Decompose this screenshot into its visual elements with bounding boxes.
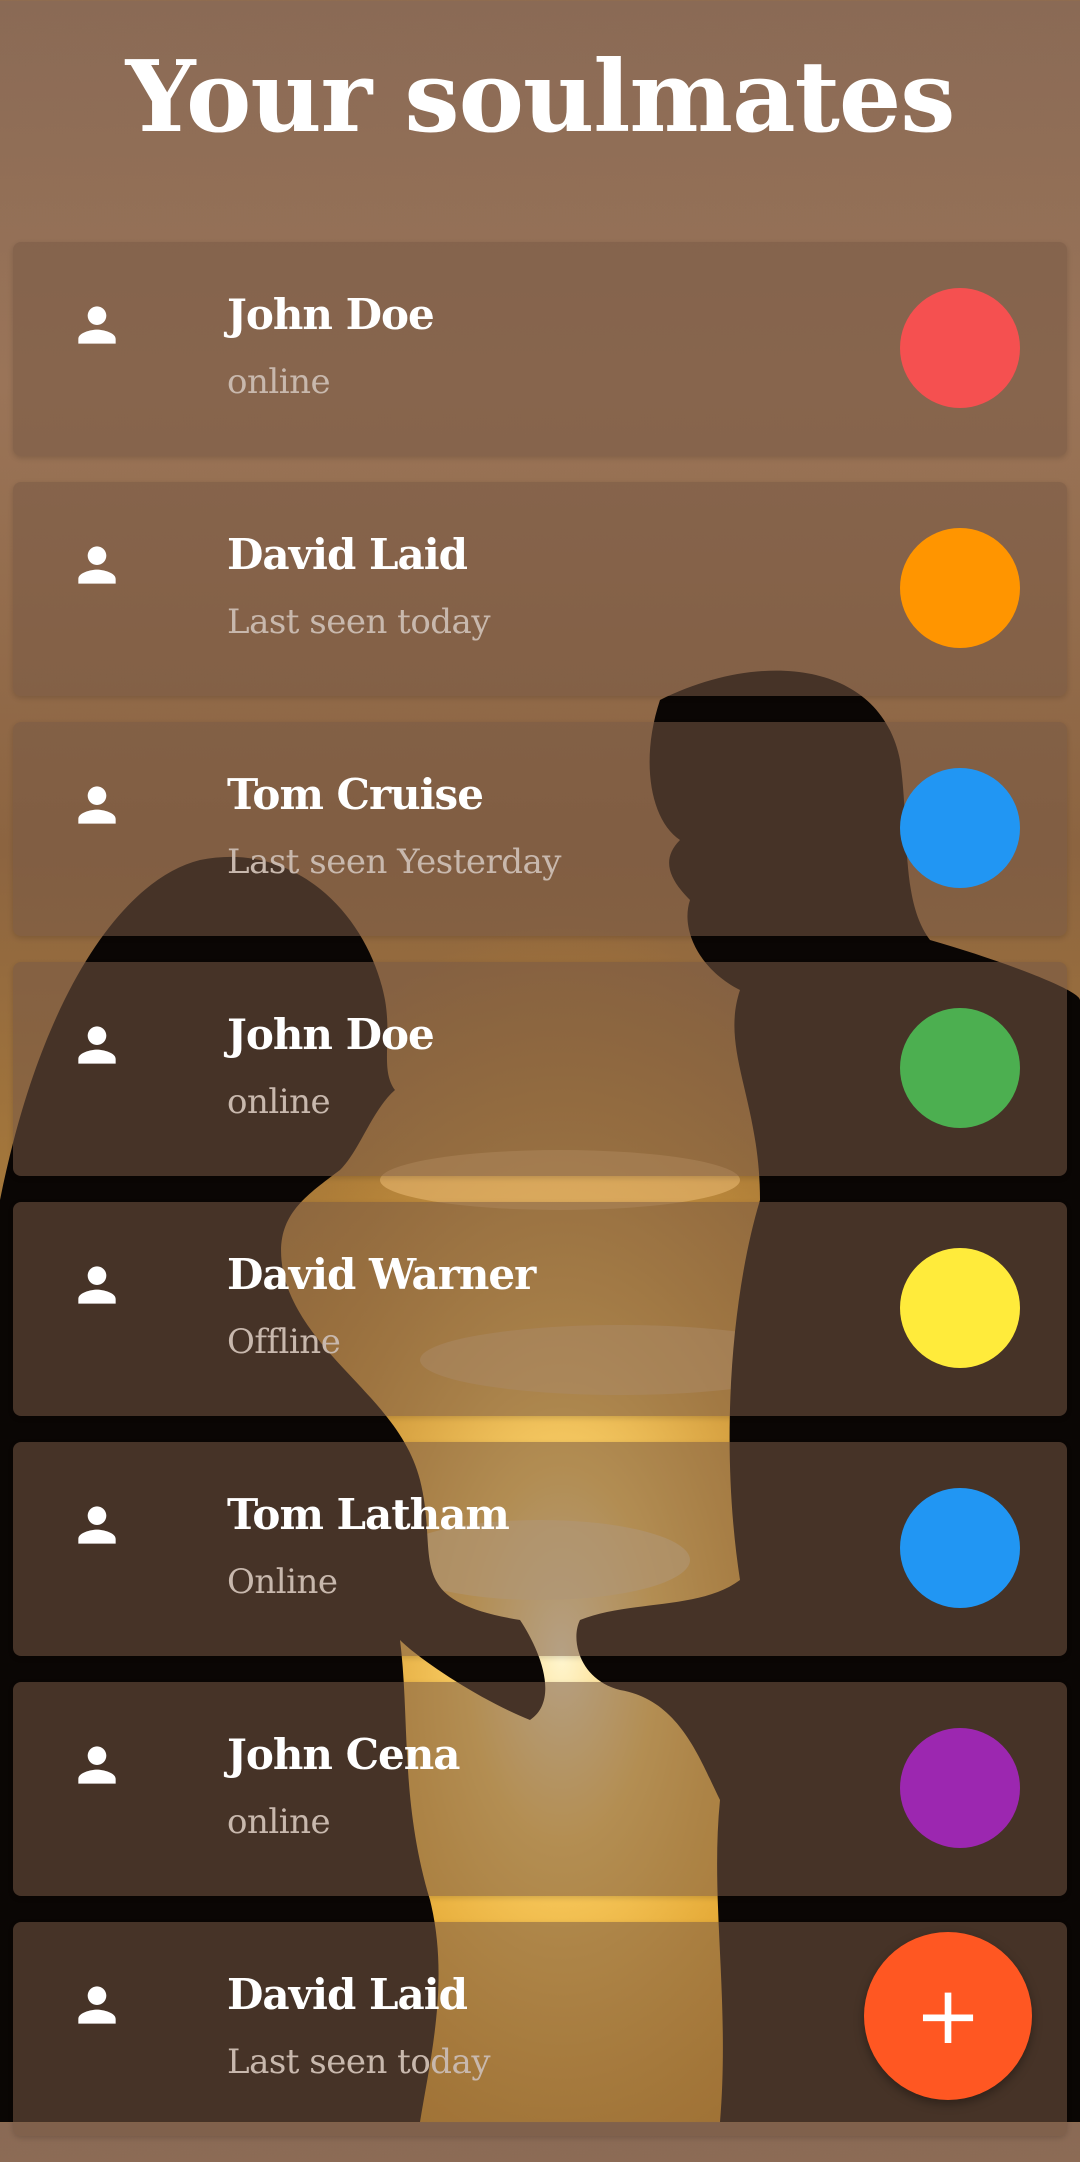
contact-status: Online (227, 1562, 338, 1602)
status-color-dot (900, 768, 1020, 888)
contact-status: Last seen today (227, 602, 491, 642)
contact-card[interactable]: David Warner Offline (13, 1202, 1067, 1416)
person-icon (69, 1737, 125, 1793)
contact-card[interactable]: John Doe online (13, 242, 1067, 456)
person-icon (69, 1977, 125, 2033)
contact-name: John Doe (227, 1010, 435, 1059)
status-color-dot (900, 288, 1020, 408)
status-color-dot (900, 1008, 1020, 1128)
contact-name: John Doe (227, 290, 435, 339)
contact-status: Last seen today (227, 2042, 491, 2082)
contact-name: David Warner (227, 1250, 536, 1299)
contact-card[interactable]: John Cena online (13, 1682, 1067, 1896)
contact-card[interactable]: John Doe online (13, 962, 1067, 1176)
contact-name: John Cena (227, 1730, 460, 1779)
contact-list: John Doe online David Laid Last seen today T… (13, 242, 1067, 2162)
contact-status: Offline (227, 1322, 341, 1362)
status-color-dot (900, 1728, 1020, 1848)
add-contact-button[interactable]: + (864, 1932, 1032, 2100)
contact-card[interactable]: Tom Latham Online (13, 1442, 1067, 1656)
status-color-dot (900, 1488, 1020, 1608)
contact-card[interactable]: David Laid Last seen today (13, 482, 1067, 696)
contact-card[interactable]: Tom Cruise Last seen Yesterday (13, 722, 1067, 936)
contact-status: Last seen Yesterday (227, 842, 562, 882)
status-color-dot (900, 528, 1020, 648)
person-icon (69, 777, 125, 833)
contact-name: David Laid (227, 1970, 468, 2019)
page-title: Your soulmates (125, 40, 956, 155)
contact-status: online (227, 1082, 331, 1122)
contact-name: Tom Cruise (227, 770, 484, 819)
person-icon (69, 1497, 125, 1553)
status-color-dot (900, 1248, 1020, 1368)
contact-name: Tom Latham (227, 1490, 510, 1539)
person-icon (69, 1257, 125, 1313)
person-icon (69, 537, 125, 593)
person-icon (69, 1017, 125, 1073)
contact-status: online (227, 362, 331, 402)
contact-name: David Laid (227, 530, 468, 579)
person-icon (69, 297, 125, 353)
contact-status: online (227, 1802, 331, 1842)
